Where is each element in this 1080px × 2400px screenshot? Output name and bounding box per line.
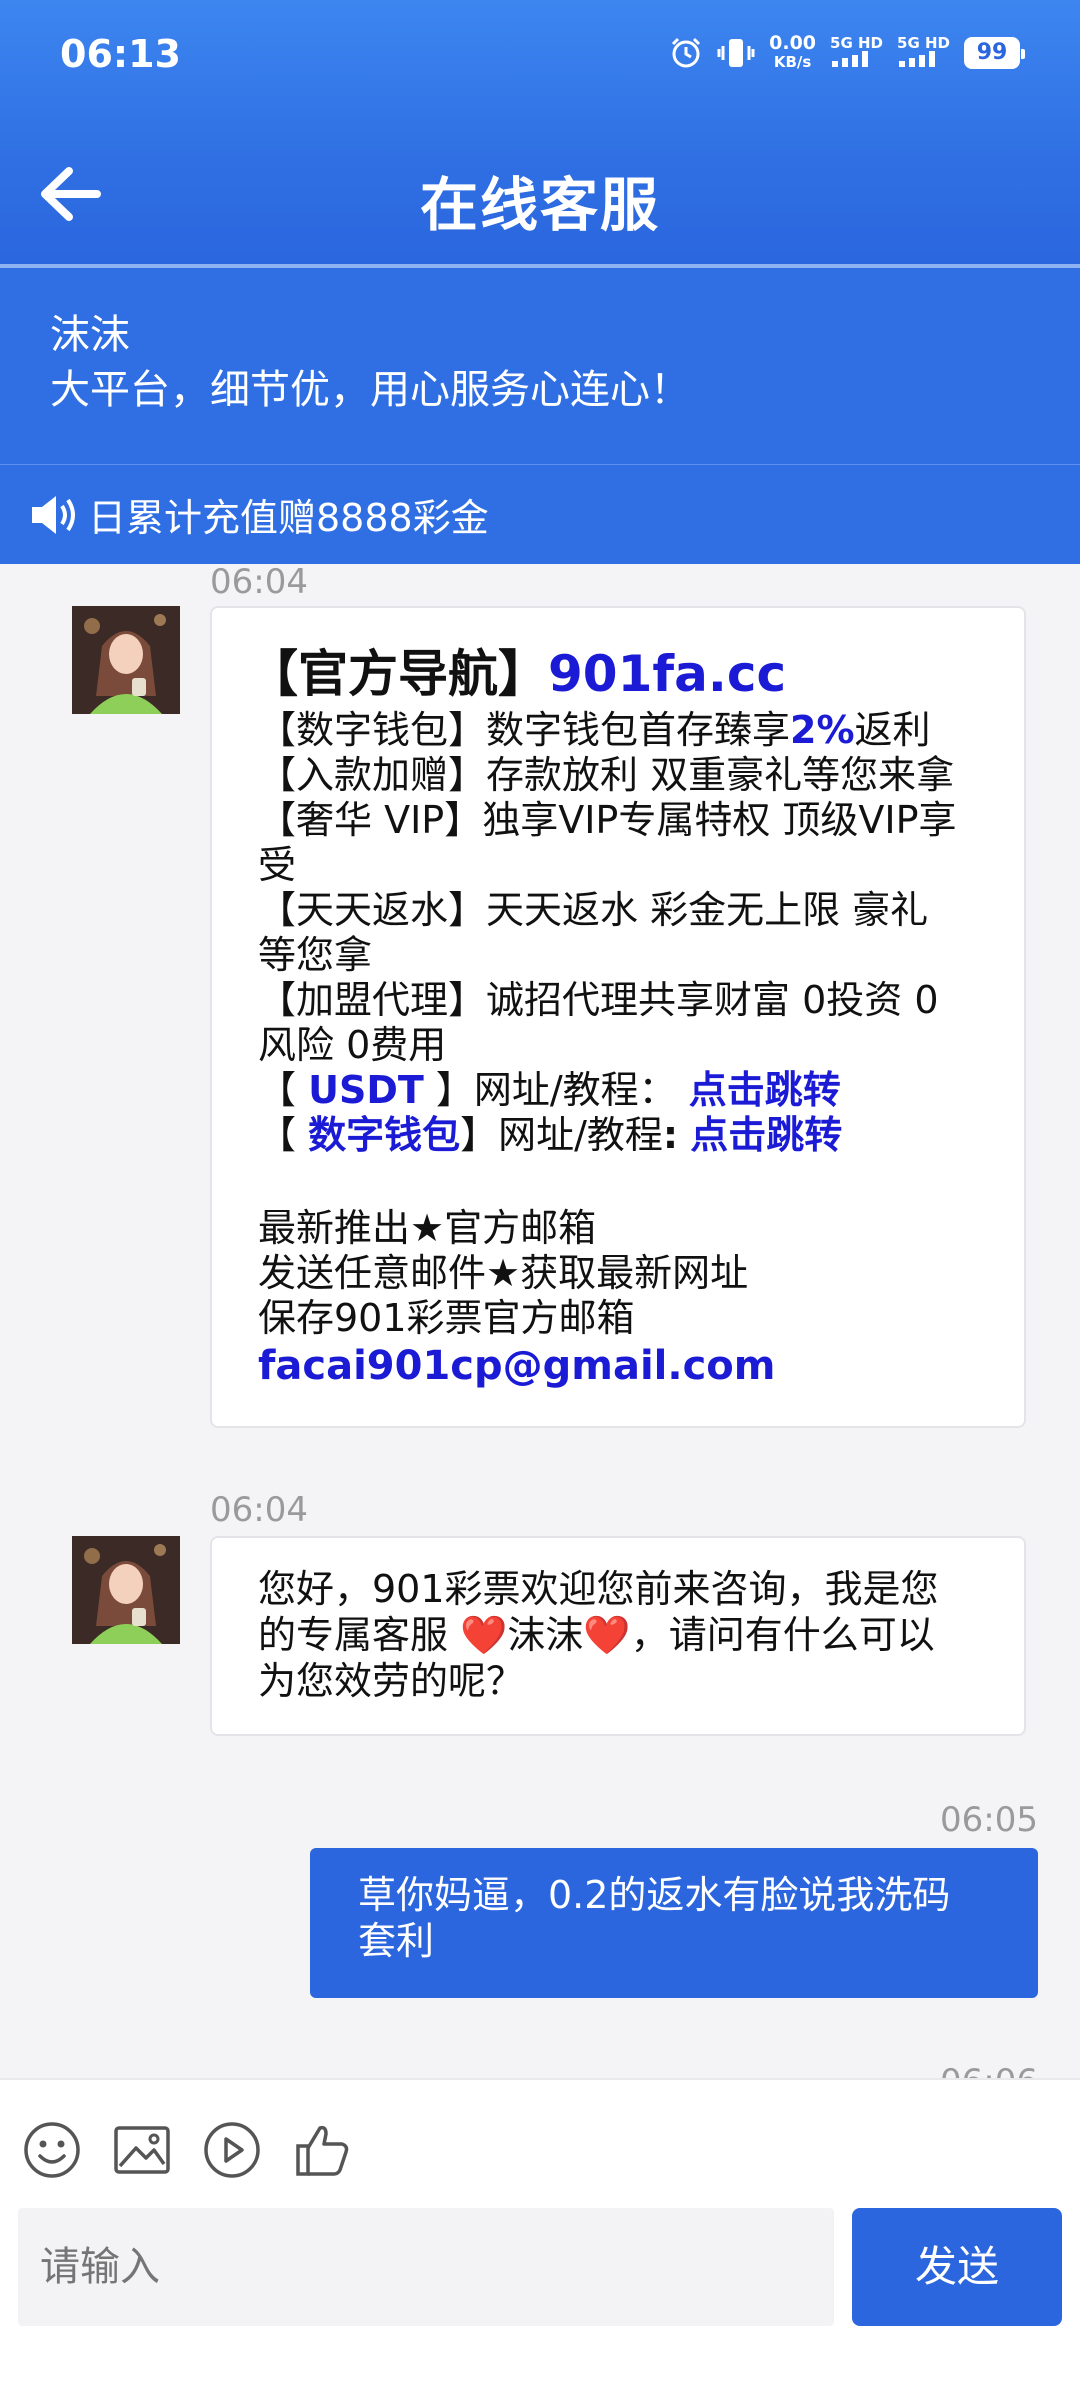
nav-line: 【官方导航】901fa.cc [248,645,787,703]
nav-url-link[interactable]: 901fa.cc [548,645,786,703]
page-title: 在线客服 [419,171,660,239]
image-icon [114,2126,170,2174]
message-input[interactable] [18,2208,834,2326]
battery-indicator: 99 [964,37,1025,69]
vibrate-icon [717,39,755,67]
message-line: 【天天返水】天天返水 彩金无上限 豪礼 [258,888,929,932]
usdt-line: 【 USDT 】网址/教程： 点击跳转 [258,1068,841,1112]
notice-text: 日累计充值赠8888彩金 [88,496,489,540]
emoji-icon [24,2122,80,2178]
message-line: 【奢华 VIP】独享VIP专属特权 顶级VIP享 [258,798,957,842]
message-line: 保存901彩票官方邮箱 [258,1296,635,1340]
message-line: 发送任意邮件★获取最新网址 [258,1251,749,1295]
message-line: 受 [258,843,297,887]
composer-bar: 发送 [0,2078,1080,2400]
message-time: 06:06 [940,2062,1038,2078]
composer-tools [22,2120,352,2180]
image-button[interactable] [112,2120,172,2180]
avatar-photo [72,606,180,714]
status-icons: 0.00 KB/s 5G HD 5G HD 99 [669,32,1025,72]
video-button[interactable] [202,2120,262,2180]
send-button[interactable]: 发送 [852,2208,1062,2326]
agent-name: 沫沫 [50,312,130,358]
message-line: 为您效劳的呢？ [258,1659,525,1703]
signal-bars-icon [899,50,936,67]
email-link[interactable]: facai901cp@gmail.com [258,1341,978,1391]
avatar-photo [72,1536,180,1644]
message-line: 【入款加赠】存款放利 双重豪礼等您来拿 [258,753,955,797]
message-line: 风险 0费用 [258,1023,447,1067]
message-line: 【数字钱包】数字钱包首存臻享2%返利 [258,708,931,752]
signal-1: 5G HD [830,35,883,71]
chat-area[interactable]: 06:04 【官方导航】901fa.cc 【数字钱包】数字钱包首存臻享2%返利 … [0,564,1080,2078]
message-line: 您好，901彩票欢迎您前来咨询，我是您 [258,1567,939,1611]
message-line: 的专属客服 ❤️沫沫❤️，请问有什么可以 [258,1613,935,1657]
message-line: 套利 [358,1919,435,1963]
message-line: 草你妈逼，0.2的返水有脸说我洗码 [358,1873,951,1917]
signal-bars-icon [832,50,869,67]
message-line: 【加盟代理】诚招代理共享财富 0投资 0 [258,978,939,1022]
video-icon [204,2122,260,2178]
status-time: 06:13 [60,32,181,76]
agent-slogan: 大平台，细节优，用心服务心连心！ [50,367,690,413]
emoji-button[interactable] [22,2120,82,2180]
message-time: 06:04 [210,564,308,602]
message-line: 等您拿 [258,933,373,977]
message-bubble-agent: 【官方导航】901fa.cc 【数字钱包】数字钱包首存臻享2%返利 【入款加赠】… [210,606,1026,1428]
message-time: 06:05 [940,1800,1038,1840]
usdt-jump-link[interactable]: 点击跳转 [689,1068,841,1112]
message-time: 06:04 [210,1490,308,1530]
speaker-icon [32,495,75,534]
message-line: 最新推出★官方邮箱 [258,1206,597,1250]
message-bubble-user: 草你妈逼，0.2的返水有脸说我洗码 套利 [310,1848,1038,1998]
agent-info-panel: 沫沫 大平台，细节优，用心服务心连心！ [0,268,1080,464]
alarm-icon [672,37,701,68]
message-bubble-agent: 您好，901彩票欢迎您前来咨询，我是您 的专属客服 ❤️沫沫❤️，请问有什么可以… [210,1536,1026,1736]
net-speed: 0.00 KB/s [769,32,817,72]
signal-2: 5G HD [897,35,950,71]
status-bar: 06:13 0.00 KB/s 5G HD 5G HD 99 [60,28,1025,88]
like-button[interactable] [292,2120,352,2180]
thumbs-up-icon [296,2125,349,2176]
top-bar: 06:13 0.00 KB/s 5G HD 5G HD 99 在线客服 [0,0,1080,268]
agent-avatar[interactable] [72,1536,180,1644]
wallet-jump-link[interactable]: 点击跳转 [690,1113,842,1157]
agent-avatar[interactable] [72,606,180,714]
header: 在线客服 [0,130,1080,260]
notice-bar[interactable]: 日累计充值赠8888彩金 [0,464,1080,564]
wallet-line: 【 数字钱包】网址/教程: 点击跳转 [258,1113,843,1157]
